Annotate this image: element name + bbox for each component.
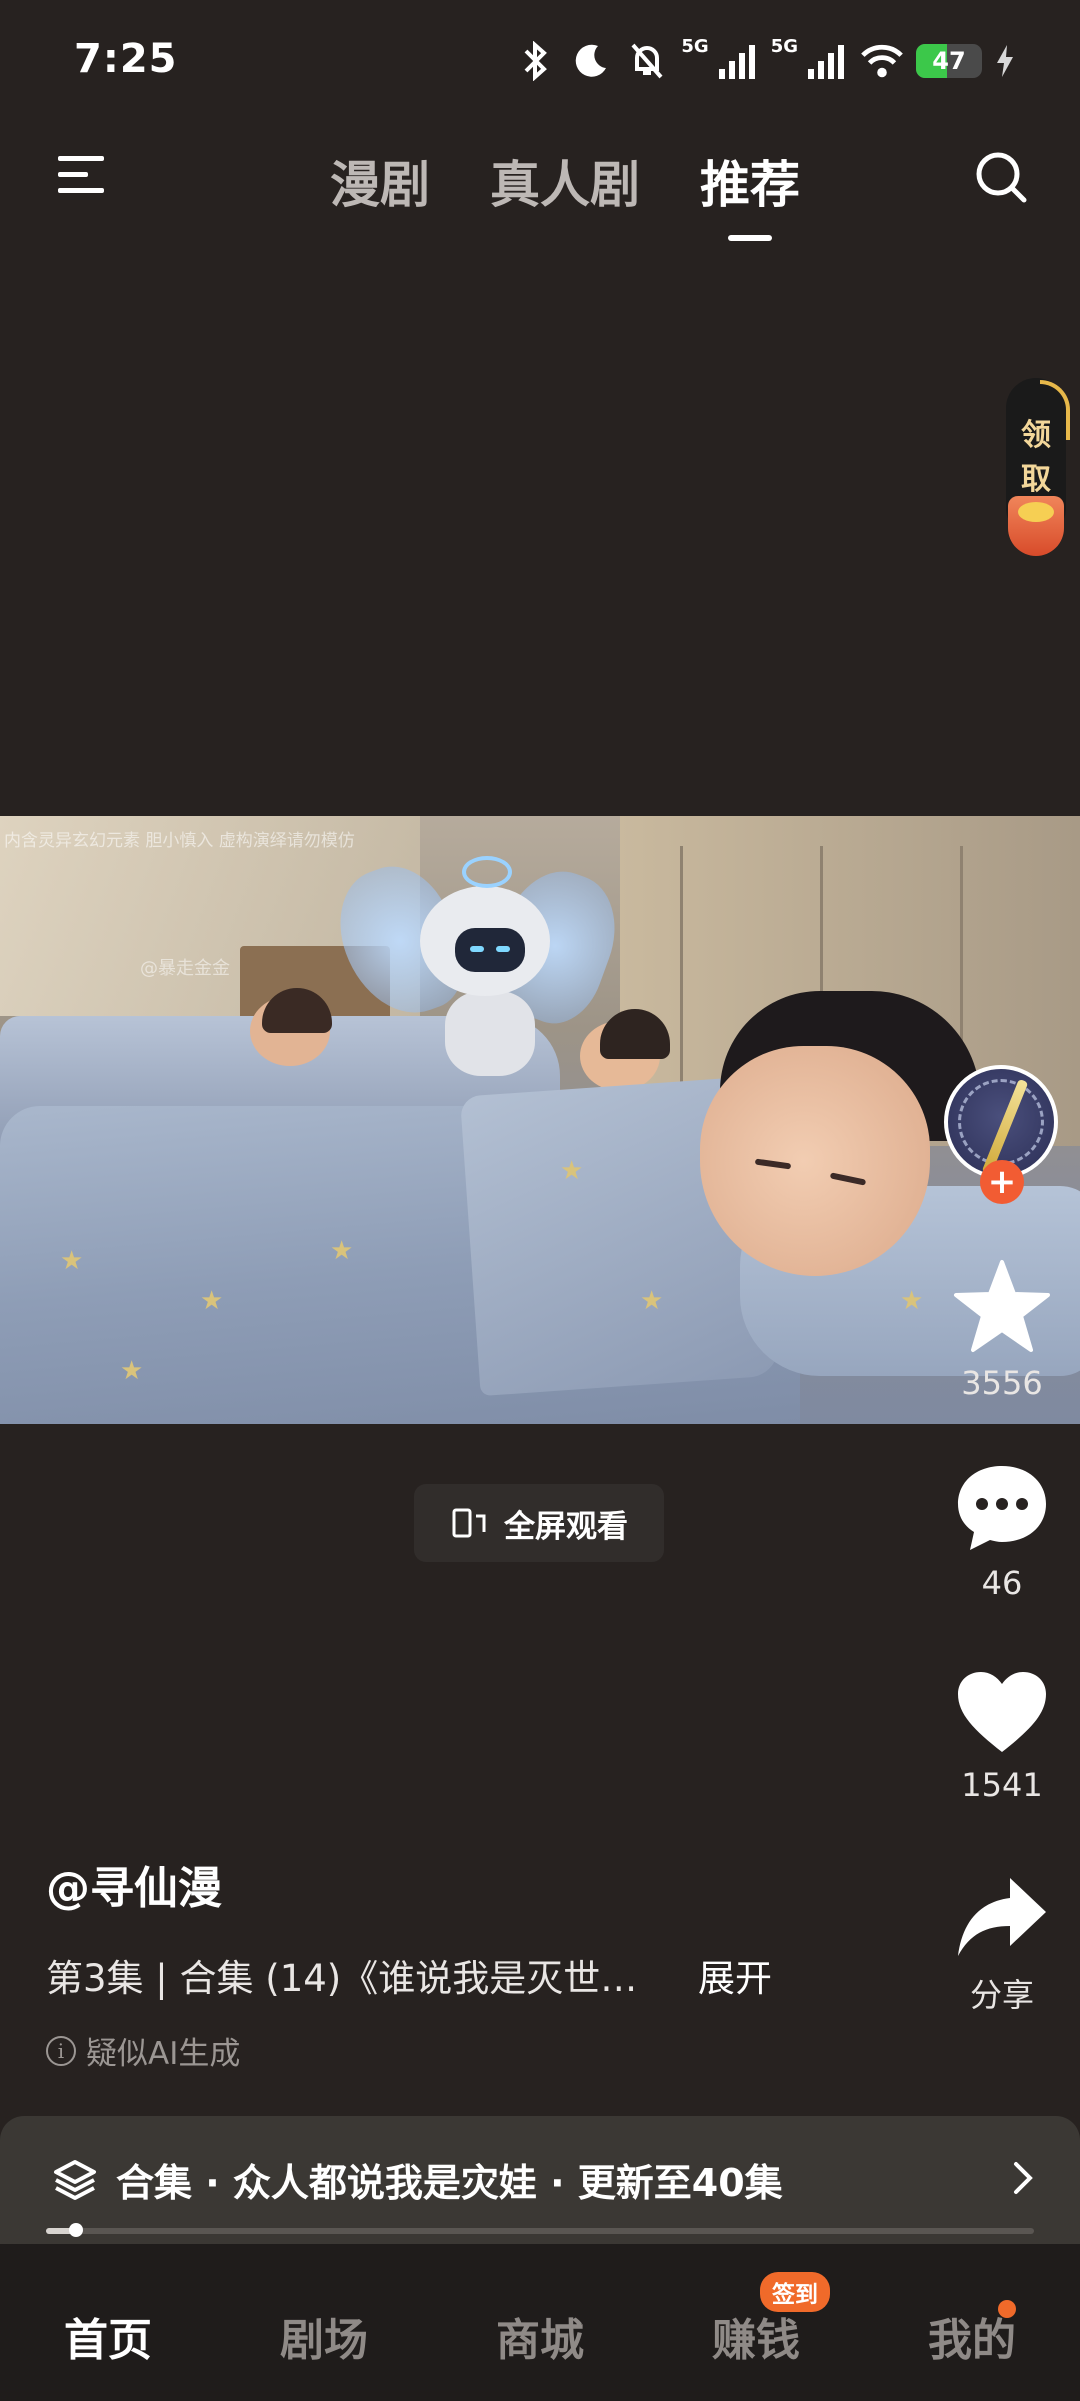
- favorite-button[interactable]: 3556: [940, 1258, 1064, 1402]
- tab-recommend[interactable]: 推荐: [700, 145, 800, 241]
- wifi-icon: [860, 39, 904, 83]
- ai-generated-note: i 疑似AI生成: [46, 2028, 240, 2073]
- info-icon: i: [46, 2035, 76, 2066]
- nav-theater-label: 剧场: [280, 2315, 368, 2366]
- star-pattern: ★: [60, 1246, 84, 1276]
- video-robot-visor: [455, 928, 525, 972]
- share-label: 分享: [969, 1976, 1034, 2014]
- status-icons: 5G 5G 47: [513, 36, 1016, 86]
- bell-off-icon: [625, 39, 669, 83]
- like-count: 1541: [961, 1766, 1043, 1804]
- playback-progress[interactable]: [46, 2228, 1034, 2234]
- coin-pot-icon: [1008, 496, 1064, 556]
- bottom-nav: 首页 剧场 商城 赚钱 签到 我的: [0, 2244, 1080, 2401]
- star-pattern: ★: [560, 1156, 584, 1186]
- nav-earn[interactable]: 赚钱 签到: [648, 2244, 864, 2401]
- video-main-child-face: [700, 1046, 930, 1276]
- nav-theater[interactable]: 剧场: [216, 2244, 432, 2401]
- tab-real-drama[interactable]: 真人剧: [490, 145, 640, 241]
- bluetooth-icon: [513, 39, 557, 83]
- heart-icon: [958, 1672, 1046, 1752]
- episode-description: 第3集 | 合集 (14)《谁说我是灭世…: [46, 1957, 638, 2000]
- top-tabs: 漫剧 真人剧 推荐: [0, 145, 1080, 241]
- collection-text: 合集 · 众人都说我是灾娃 · 更新至40集: [116, 2161, 783, 2205]
- star-pattern: ★: [200, 1286, 224, 1316]
- video-robot-halo: [462, 856, 512, 888]
- nav-me[interactable]: 我的: [864, 2244, 1080, 2401]
- nav-home-label: 首页: [64, 2315, 152, 2366]
- network-5g-label: 5G: [770, 36, 798, 57]
- search-icon[interactable]: [974, 150, 1028, 204]
- status-bar: 7:25 5G 5G 47: [0, 0, 1080, 120]
- share-button[interactable]: 分享: [940, 1872, 1064, 2016]
- signin-badge: 签到: [760, 2272, 830, 2312]
- battery-level: 47: [932, 47, 966, 75]
- moon-icon: [569, 39, 613, 83]
- charging-icon: [994, 39, 1016, 83]
- star-pattern: ★: [120, 1356, 144, 1386]
- video-robot-body: [445, 991, 535, 1076]
- video-disclaimer-watermark: 内含灵异玄幻元素 胆小慎入 虚构演绎请勿模仿: [4, 831, 355, 851]
- reward-label: 领 取: [1006, 414, 1066, 502]
- star-pattern: ★: [900, 1286, 924, 1316]
- like-button[interactable]: 1541: [940, 1668, 1064, 1804]
- reward-label-line1: 领: [1021, 418, 1051, 453]
- notification-dot: [998, 2300, 1016, 2318]
- nav-earn-label: 赚钱: [712, 2315, 800, 2366]
- network-5g-label: 5G: [681, 36, 709, 57]
- star-pattern: ★: [330, 1236, 354, 1266]
- ai-note-text: 疑似AI生成: [86, 2036, 241, 2072]
- comment-icon: [958, 1466, 1046, 1550]
- reward-widget[interactable]: 领 取: [1006, 378, 1070, 558]
- signal-icon: [804, 39, 848, 83]
- video-handle-watermark: @暴走金金: [140, 958, 230, 979]
- video-robot-eye: [470, 946, 484, 952]
- rotate-screen-icon: [452, 1508, 486, 1538]
- playback-progress-handle[interactable]: [68, 2223, 83, 2237]
- nav-mall-label: 商城: [496, 2315, 584, 2366]
- fullscreen-label: 全屏观看: [504, 1508, 628, 1545]
- chevron-right-icon: [1014, 2162, 1033, 2194]
- nav-home[interactable]: 首页: [0, 2244, 216, 2401]
- battery-icon: 47: [916, 44, 982, 78]
- follow-button[interactable]: +: [980, 1160, 1024, 1204]
- fullscreen-button[interactable]: 全屏观看: [414, 1484, 664, 1562]
- star-pattern: ★: [640, 1286, 664, 1316]
- nav-me-label: 我的: [928, 2315, 1016, 2366]
- video-player[interactable]: ★ ★ ★ ★ ★ ★ ★ 内含灵异玄幻元素 胆小慎入 虚构演绎请勿模仿 @暴走…: [0, 816, 1080, 1424]
- collection-bar[interactable]: 合集 · 众人都说我是灾娃 · 更新至40集: [0, 2116, 1080, 2244]
- comment-count: 46: [981, 1564, 1023, 1602]
- expand-button[interactable]: 展开: [698, 1948, 772, 2002]
- layers-icon: [54, 2160, 96, 2200]
- nav-mall[interactable]: 商城: [432, 2244, 648, 2401]
- tab-manju[interactable]: 漫剧: [330, 145, 430, 241]
- author-name[interactable]: @寻仙漫: [46, 1852, 222, 1916]
- video-robot-eye: [496, 946, 510, 952]
- star-icon: [954, 1260, 1050, 1352]
- signal-icon: [715, 39, 759, 83]
- share-icon: [958, 1878, 1046, 1956]
- comment-button[interactable]: 46: [940, 1462, 1064, 1602]
- status-time: 7:25: [74, 36, 178, 82]
- favorite-count: 3556: [961, 1364, 1043, 1402]
